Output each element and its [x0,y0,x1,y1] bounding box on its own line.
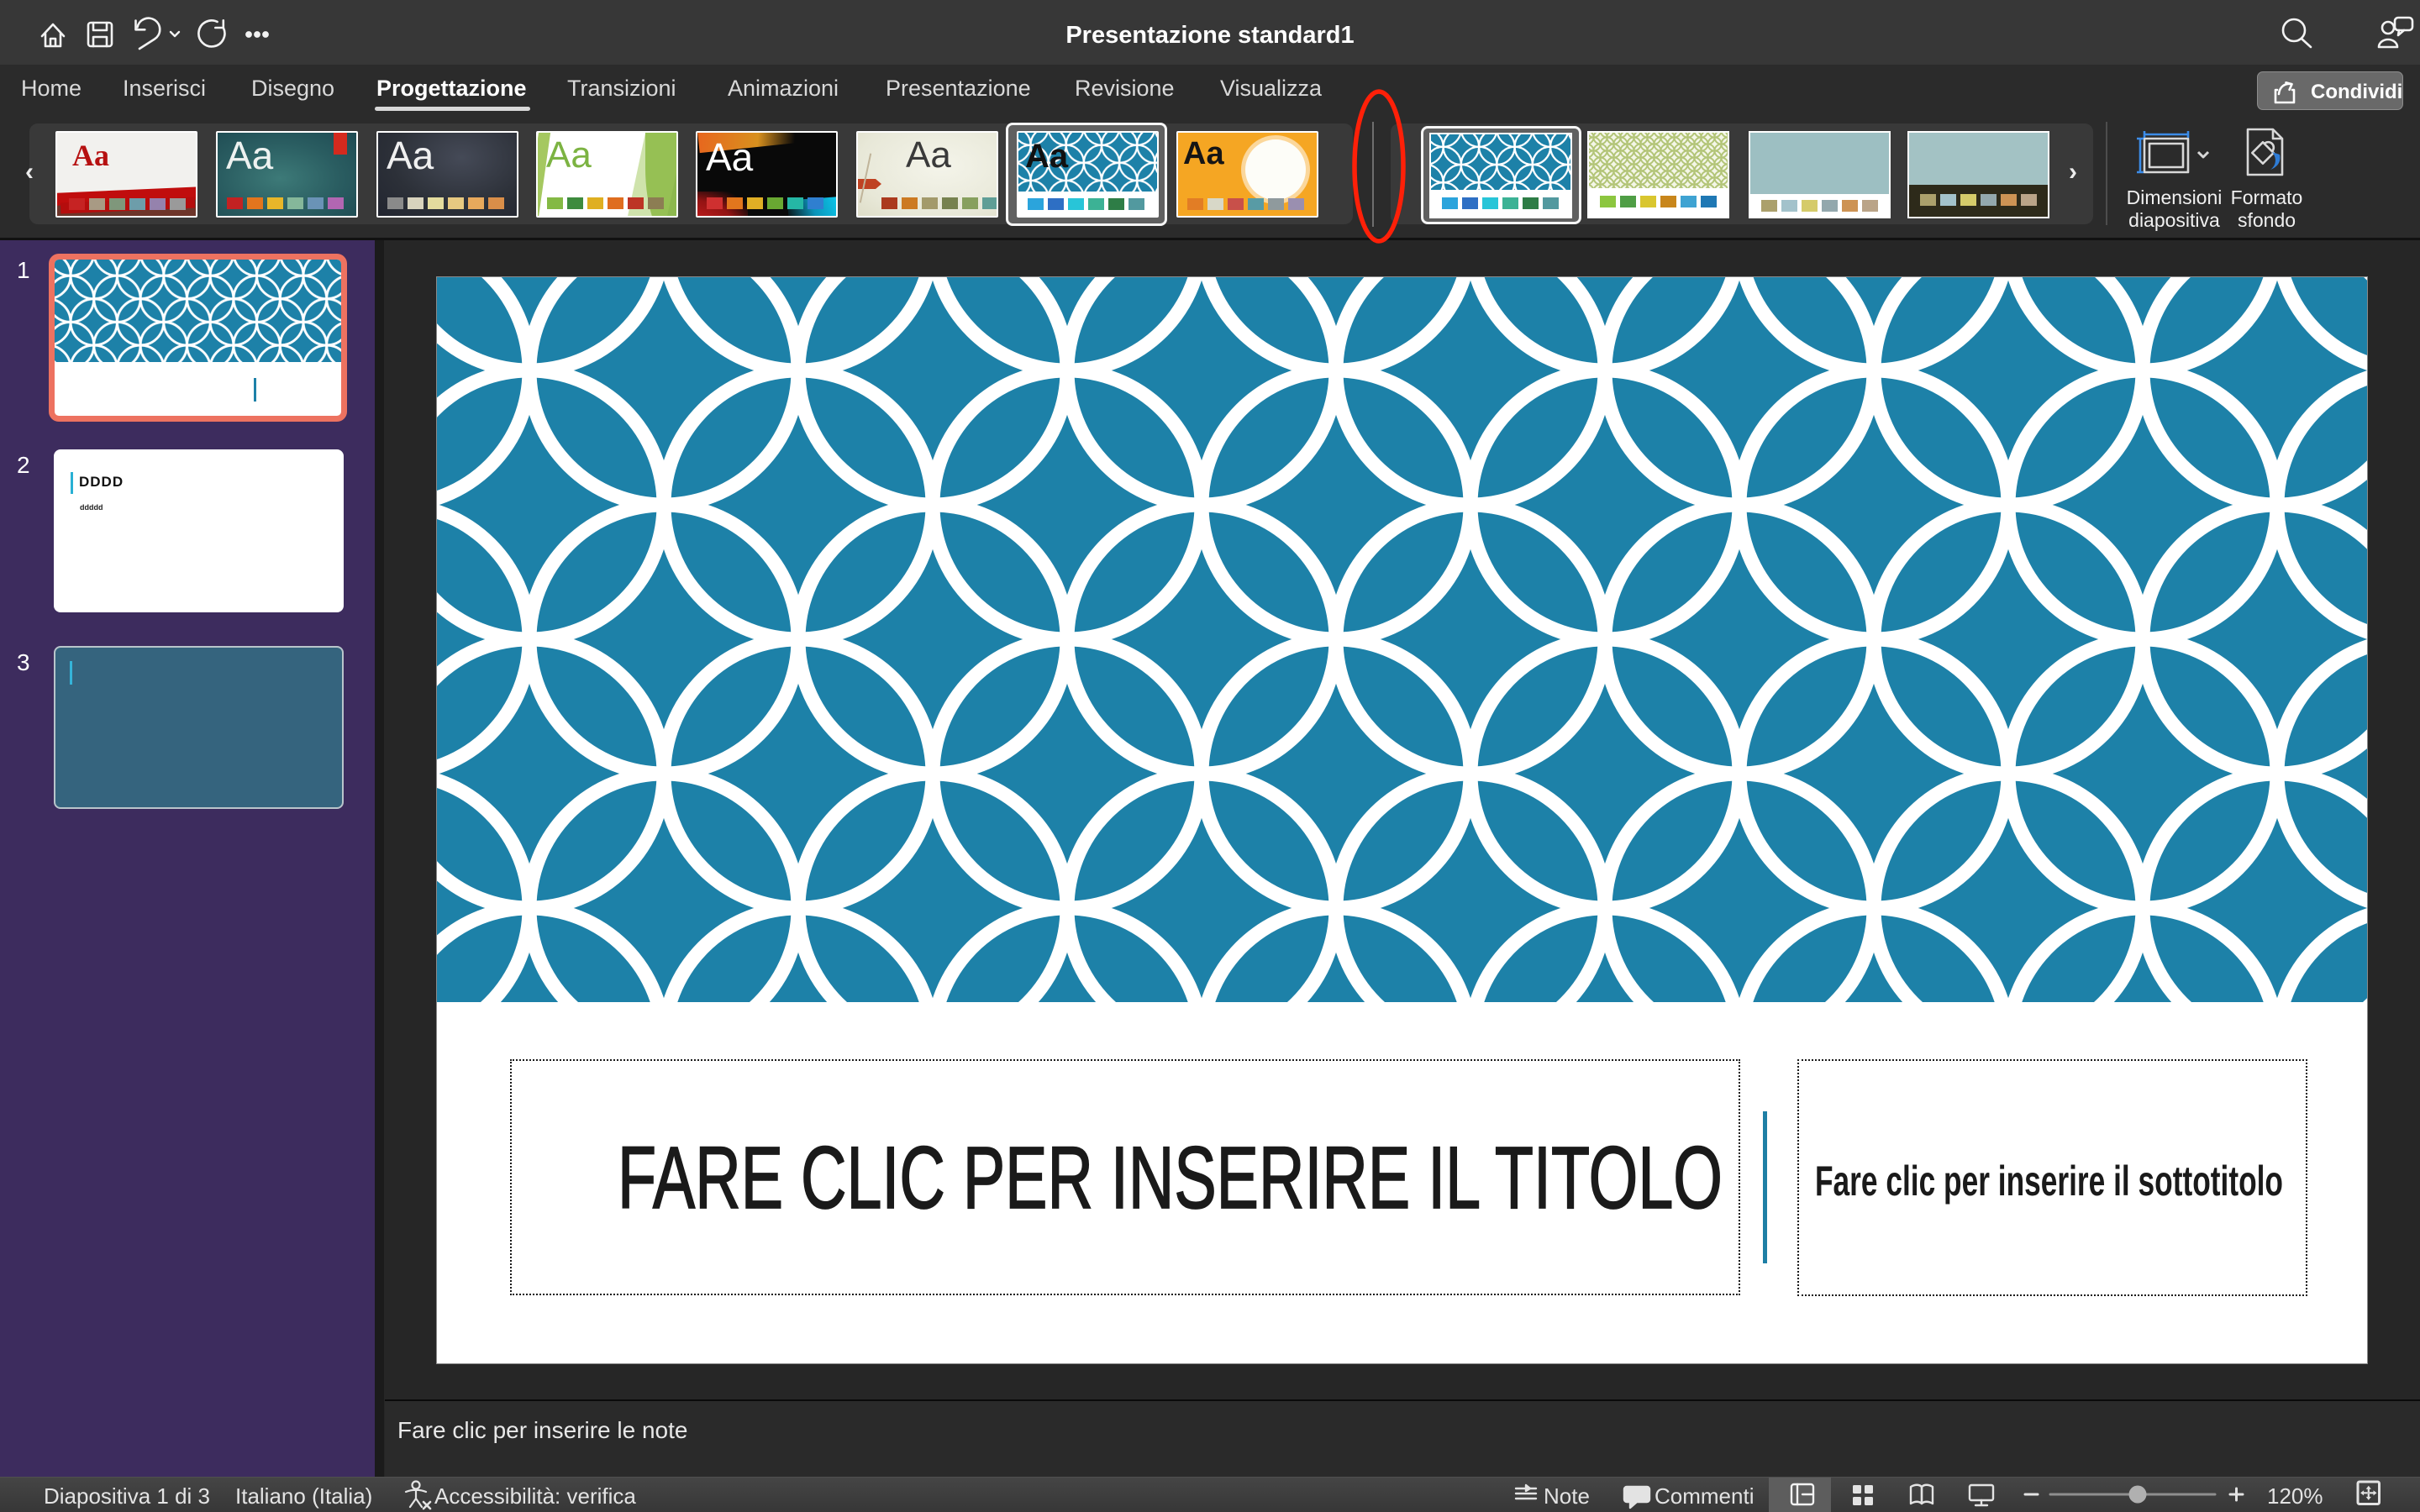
svg-text:FARE CLIC PER INSERIRE IL TITO: FARE CLIC PER INSERIRE IL TITOLO [618,1129,1723,1227]
svg-text:Fare clic per inserire il sott: Fare clic per inserire il sottotitolo [1815,1158,2283,1205]
